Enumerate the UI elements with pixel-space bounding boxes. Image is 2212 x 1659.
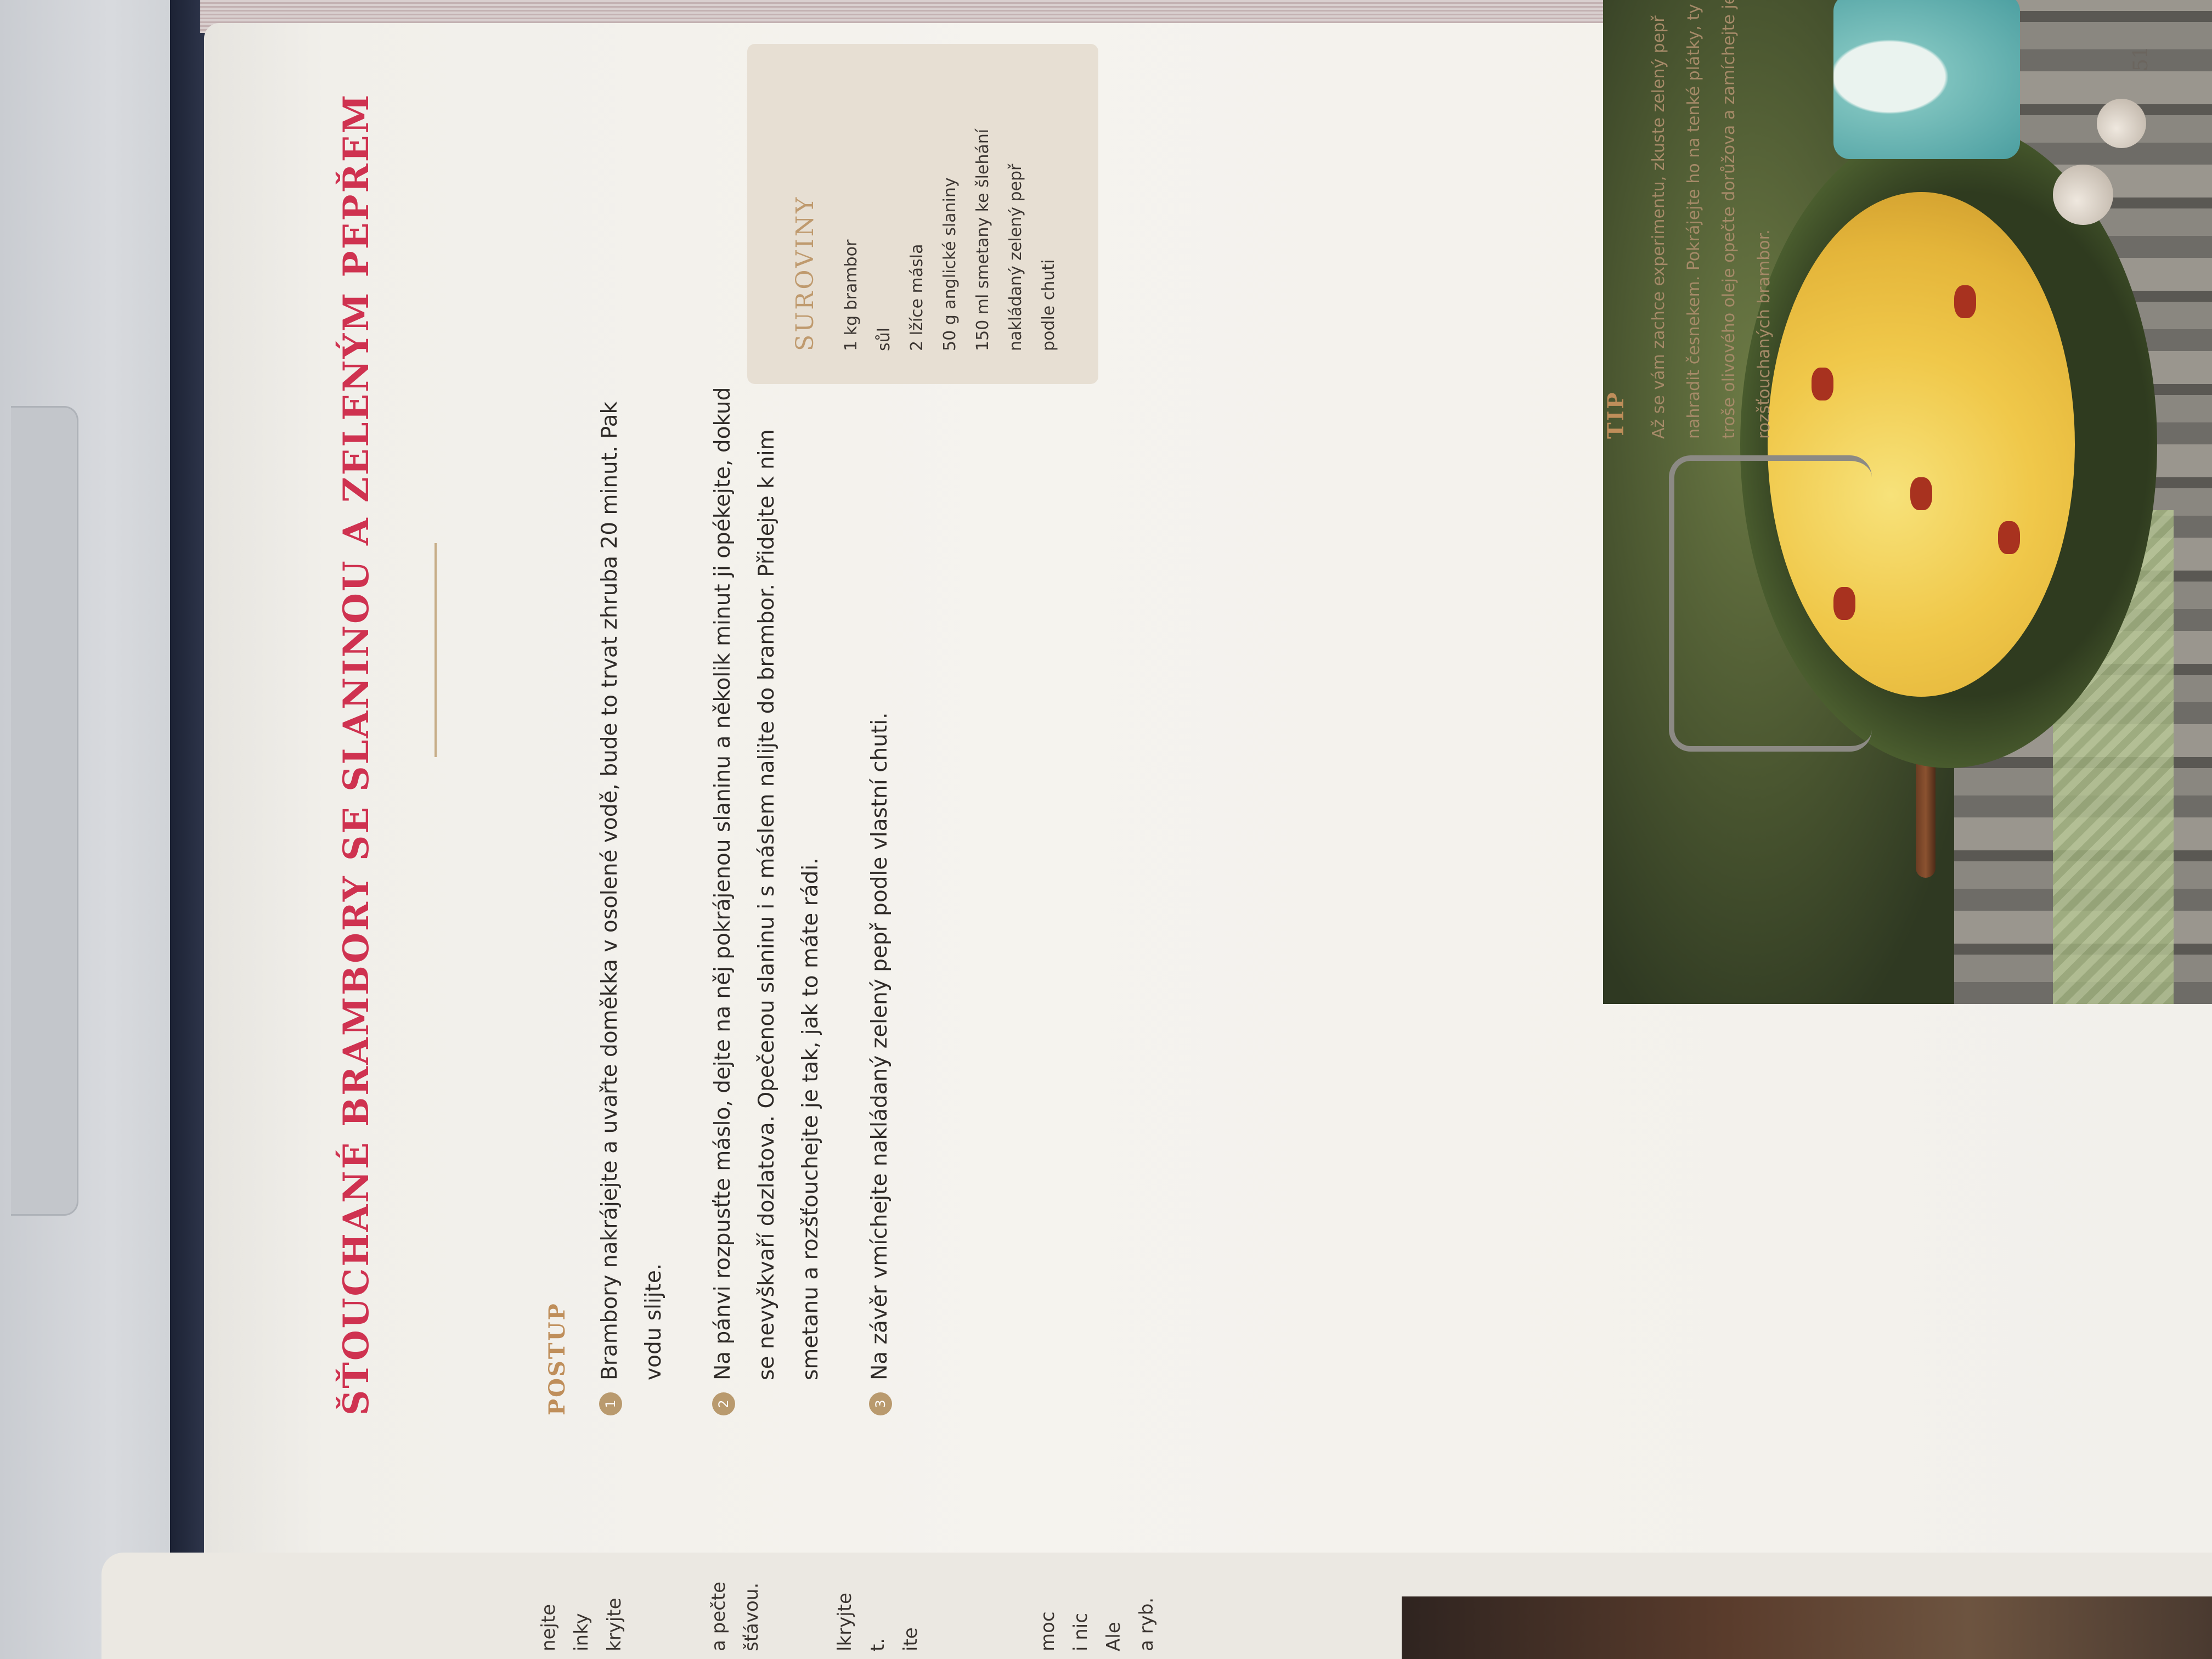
step-text: Brambory nakrájejte a uvařte doměkka v o… bbox=[597, 401, 666, 1380]
method-step: 1 Brambory nakrájejte a uvařte doměkka v… bbox=[588, 373, 676, 1415]
method-step: 3 Na závěr vmíchejte nakládaný zelený pe… bbox=[858, 373, 902, 1415]
recipe-title: ŠŤOUCHANÉ BRAMBORY SE SLANINOU A ZELENÝM… bbox=[336, 93, 377, 1415]
ingredients-heading: SUROVINY bbox=[791, 195, 819, 351]
ingredient-item: nakládaný zelený pepř bbox=[1006, 163, 1025, 351]
page-number: 51 bbox=[2130, 46, 2152, 71]
method-step: 2 Na pánvi rozpusťte máslo, dejte na něj… bbox=[701, 373, 833, 1415]
text-fragment: inky bbox=[571, 1613, 592, 1651]
bacon-piece bbox=[1954, 285, 1976, 318]
method-steps: 1 Brambory nakrájejte a uvařte doměkka v… bbox=[588, 373, 927, 1415]
text-fragment: Ale bbox=[1103, 1622, 1125, 1651]
text-fragment: ite bbox=[900, 1627, 922, 1651]
step-number-badge: 3 bbox=[869, 1392, 892, 1415]
method-heading: POSTUP bbox=[544, 1302, 570, 1415]
step-number-badge: 1 bbox=[599, 1392, 622, 1415]
previous-page-text: nejte inky kryjte a pečte šťávou. lkryjt… bbox=[527, 1580, 1240, 1659]
text-fragment: a ryb. bbox=[1136, 1597, 1158, 1651]
laptop-trackpad bbox=[11, 406, 78, 1216]
bacon-piece bbox=[1910, 477, 1932, 510]
text-fragment: i nic bbox=[1070, 1613, 1092, 1651]
ingredient-item: 150 ml smetany ke šlehání bbox=[973, 128, 992, 351]
ingredients-box: SUROVINY 1 kg brambor sůl 2 lžíce másla … bbox=[747, 44, 1098, 384]
ingredient-item: 1 kg brambor bbox=[842, 239, 861, 351]
text-fragment: šťávou. bbox=[741, 1582, 763, 1651]
text-fragment: kryjte bbox=[603, 1598, 625, 1651]
step-text: Na pánvi rozpusťte máslo, dejte na něj p… bbox=[710, 387, 823, 1380]
step-number-badge: 2 bbox=[712, 1392, 735, 1415]
potato-masher bbox=[1669, 455, 1872, 752]
ingredient-item: sůl bbox=[874, 328, 894, 351]
text-fragment: t. bbox=[867, 1638, 889, 1651]
tip-heading: TIP bbox=[1603, 391, 1629, 439]
title-divider bbox=[435, 543, 437, 757]
text-fragment: lkryjte bbox=[834, 1593, 856, 1651]
text-fragment: moc bbox=[1037, 1611, 1059, 1651]
garlic-bulb bbox=[2097, 99, 2146, 148]
turquoise-cup bbox=[1833, 0, 2020, 159]
ingredient-item: 50 g anglické slaniny bbox=[940, 177, 960, 351]
garlic-bulb bbox=[2053, 165, 2113, 225]
ingredient-item: 2 lžíce másla bbox=[907, 244, 927, 351]
text-fragment: nejte bbox=[538, 1604, 560, 1651]
page-content: ŠŤOUCHANÉ BRAMBORY SE SLANINOU A ZELENÝM… bbox=[204, 0, 2212, 1591]
ingredient-item: podle chuti bbox=[1039, 259, 1058, 351]
step-text: Na závěr vmíchejte nakládaný zelený pepř… bbox=[867, 712, 892, 1380]
ingredients-list: 1 kg brambor sůl 2 lžíce másla 50 g angl… bbox=[835, 55, 1065, 351]
text-fragment: a pečte bbox=[708, 1581, 730, 1651]
previous-page-photo bbox=[1402, 1596, 2212, 1659]
tip-text: Až se vám zachce experimentu, zkuste zel… bbox=[1649, 0, 1774, 439]
bacon-piece bbox=[1812, 368, 1833, 400]
bacon-piece bbox=[1998, 521, 2020, 554]
